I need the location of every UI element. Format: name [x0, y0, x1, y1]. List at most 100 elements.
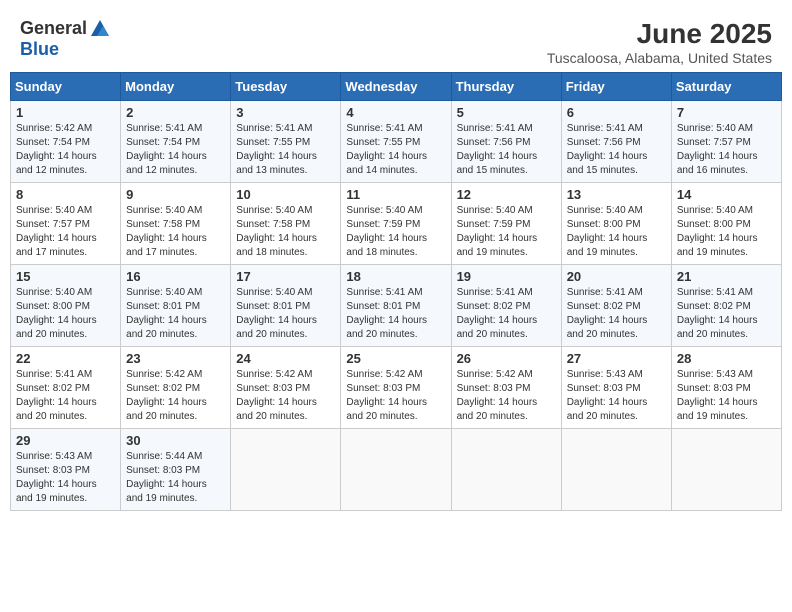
day-number: 7 — [677, 105, 776, 120]
day-number: 10 — [236, 187, 335, 202]
day-info: Sunrise: 5:43 AM Sunset: 8:03 PM Dayligh… — [677, 368, 776, 424]
day-number: 16 — [126, 269, 225, 284]
logo-text-blue: Blue — [20, 40, 59, 60]
weekday-header-friday: Friday — [561, 73, 671, 101]
day-info: Sunrise: 5:40 AM Sunset: 7:57 PM Dayligh… — [677, 122, 776, 178]
day-number: 26 — [457, 351, 556, 366]
calendar-cell: 10 Sunrise: 5:40 AM Sunset: 7:58 PM Dayli… — [231, 183, 341, 265]
calendar-cell: 16 Sunrise: 5:40 AM Sunset: 8:01 PM Dayli… — [121, 265, 231, 347]
day-info: Sunrise: 5:41 AM Sunset: 7:56 PM Dayligh… — [567, 122, 666, 178]
calendar-cell: 20 Sunrise: 5:41 AM Sunset: 8:02 PM Dayli… — [561, 265, 671, 347]
day-info: Sunrise: 5:42 AM Sunset: 8:03 PM Dayligh… — [236, 368, 335, 424]
logo: General Blue — [20, 18, 111, 60]
day-info: Sunrise: 5:41 AM Sunset: 7:55 PM Dayligh… — [346, 122, 445, 178]
calendar-cell: 11Sunrise: 5:40 AM Sunset: 7:59 PM Dayli… — [341, 183, 451, 265]
header: General Blue June 2025 Tuscaloosa, Alaba… — [10, 10, 782, 72]
day-number: 12 — [457, 187, 556, 202]
calendar-week-5: 29 Sunrise: 5:43 AM Sunset: 8:03 PM Dayli… — [11, 429, 782, 511]
calendar-cell: 5 Sunrise: 5:41 AM Sunset: 7:56 PM Daylig… — [451, 101, 561, 183]
weekday-header-sunday: Sunday — [11, 73, 121, 101]
day-info: Sunrise: 5:41 AM Sunset: 8:02 PM Dayligh… — [677, 286, 776, 342]
day-info: Sunrise: 5:41 AM Sunset: 7:56 PM Dayligh… — [457, 122, 556, 178]
day-info: Sunrise: 5:41 AM Sunset: 8:02 PM Dayligh… — [457, 286, 556, 342]
calendar-table: SundayMondayTuesdayWednesdayThursdayFrid… — [10, 72, 782, 511]
day-number: 5 — [457, 105, 556, 120]
day-number: 1 — [16, 105, 115, 120]
day-info: Sunrise: 5:40 AM Sunset: 7:59 PM Dayligh… — [346, 204, 445, 260]
day-number: 24 — [236, 351, 335, 366]
calendar-cell: 2Sunrise: 5:41 AM Sunset: 7:54 PM Daylig… — [121, 101, 231, 183]
logo-icon — [89, 18, 111, 40]
calendar-week-4: 22 Sunrise: 5:41 AM Sunset: 8:02 PM Dayli… — [11, 347, 782, 429]
calendar-week-1: 1 Sunrise: 5:42 AM Sunset: 7:54 PM Daylig… — [11, 101, 782, 183]
day-number: 3 — [236, 105, 335, 120]
day-number: 18 — [346, 269, 445, 284]
day-info: Sunrise: 5:41 AM Sunset: 8:02 PM Dayligh… — [567, 286, 666, 342]
calendar-week-2: 8 Sunrise: 5:40 AM Sunset: 7:57 PM Daylig… — [11, 183, 782, 265]
calendar-cell: 12Sunrise: 5:40 AM Sunset: 7:59 PM Dayli… — [451, 183, 561, 265]
day-number: 13 — [567, 187, 666, 202]
calendar-cell: 26 Sunrise: 5:42 AM Sunset: 8:03 PM Dayli… — [451, 347, 561, 429]
calendar-cell: 25Sunrise: 5:42 AM Sunset: 8:03 PM Dayli… — [341, 347, 451, 429]
calendar-cell: 15 Sunrise: 5:40 AM Sunset: 8:00 PM Dayli… — [11, 265, 121, 347]
day-number: 29 — [16, 433, 115, 448]
day-number: 15 — [16, 269, 115, 284]
calendar-cell: 17Sunrise: 5:40 AM Sunset: 8:01 PM Dayli… — [231, 265, 341, 347]
day-info: Sunrise: 5:41 AM Sunset: 8:02 PM Dayligh… — [16, 368, 115, 424]
day-number: 2 — [126, 105, 225, 120]
day-info: Sunrise: 5:41 AM Sunset: 8:01 PM Dayligh… — [346, 286, 445, 342]
calendar-cell — [561, 429, 671, 511]
day-info: Sunrise: 5:40 AM Sunset: 8:00 PM Dayligh… — [677, 204, 776, 260]
day-info: Sunrise: 5:42 AM Sunset: 8:03 PM Dayligh… — [457, 368, 556, 424]
calendar-cell — [341, 429, 451, 511]
day-number: 27 — [567, 351, 666, 366]
logo-text-general: General — [20, 19, 87, 39]
calendar-cell: 24 Sunrise: 5:42 AM Sunset: 8:03 PM Dayli… — [231, 347, 341, 429]
weekday-header-wednesday: Wednesday — [341, 73, 451, 101]
day-number: 19 — [457, 269, 556, 284]
day-number: 9 — [126, 187, 225, 202]
day-info: Sunrise: 5:40 AM Sunset: 7:57 PM Dayligh… — [16, 204, 115, 260]
day-number: 6 — [567, 105, 666, 120]
calendar-cell: 19 Sunrise: 5:41 AM Sunset: 8:02 PM Dayli… — [451, 265, 561, 347]
day-number: 17 — [236, 269, 335, 284]
day-number: 22 — [16, 351, 115, 366]
calendar-week-3: 15 Sunrise: 5:40 AM Sunset: 8:00 PM Dayli… — [11, 265, 782, 347]
calendar-subtitle: Tuscaloosa, Alabama, United States — [547, 50, 772, 66]
day-number: 20 — [567, 269, 666, 284]
day-info: Sunrise: 5:40 AM Sunset: 8:00 PM Dayligh… — [16, 286, 115, 342]
weekday-header-row: SundayMondayTuesdayWednesdayThursdayFrid… — [11, 73, 782, 101]
day-number: 23 — [126, 351, 225, 366]
day-info: Sunrise: 5:42 AM Sunset: 8:03 PM Dayligh… — [346, 368, 445, 424]
day-info: Sunrise: 5:40 AM Sunset: 7:58 PM Dayligh… — [236, 204, 335, 260]
day-info: Sunrise: 5:42 AM Sunset: 7:54 PM Dayligh… — [16, 122, 115, 178]
day-number: 28 — [677, 351, 776, 366]
day-info: Sunrise: 5:42 AM Sunset: 8:02 PM Dayligh… — [126, 368, 225, 424]
calendar-cell: 22 Sunrise: 5:41 AM Sunset: 8:02 PM Dayli… — [11, 347, 121, 429]
calendar-cell: 8 Sunrise: 5:40 AM Sunset: 7:57 PM Daylig… — [11, 183, 121, 265]
day-number: 4 — [346, 105, 445, 120]
calendar-cell: 21 Sunrise: 5:41 AM Sunset: 8:02 PM Dayli… — [671, 265, 781, 347]
calendar-cell: 1 Sunrise: 5:42 AM Sunset: 7:54 PM Daylig… — [11, 101, 121, 183]
day-info: Sunrise: 5:40 AM Sunset: 8:00 PM Dayligh… — [567, 204, 666, 260]
weekday-header-saturday: Saturday — [671, 73, 781, 101]
day-number: 14 — [677, 187, 776, 202]
day-info: Sunrise: 5:43 AM Sunset: 8:03 PM Dayligh… — [16, 450, 115, 506]
calendar-cell: 7 Sunrise: 5:40 AM Sunset: 7:57 PM Daylig… — [671, 101, 781, 183]
weekday-header-thursday: Thursday — [451, 73, 561, 101]
calendar-cell — [231, 429, 341, 511]
weekday-header-monday: Monday — [121, 73, 231, 101]
day-info: Sunrise: 5:43 AM Sunset: 8:03 PM Dayligh… — [567, 368, 666, 424]
calendar-cell — [671, 429, 781, 511]
day-number: 8 — [16, 187, 115, 202]
title-area: June 2025 Tuscaloosa, Alabama, United St… — [547, 18, 772, 66]
calendar-cell — [451, 429, 561, 511]
calendar-cell: 29 Sunrise: 5:43 AM Sunset: 8:03 PM Dayli… — [11, 429, 121, 511]
day-info: Sunrise: 5:40 AM Sunset: 8:01 PM Dayligh… — [126, 286, 225, 342]
calendar-cell: 3Sunrise: 5:41 AM Sunset: 7:55 PM Daylig… — [231, 101, 341, 183]
calendar-cell: 4 Sunrise: 5:41 AM Sunset: 7:55 PM Daylig… — [341, 101, 451, 183]
day-info: Sunrise: 5:40 AM Sunset: 7:58 PM Dayligh… — [126, 204, 225, 260]
calendar-cell: 18 Sunrise: 5:41 AM Sunset: 8:01 PM Dayli… — [341, 265, 451, 347]
day-number: 21 — [677, 269, 776, 284]
calendar-cell: 28 Sunrise: 5:43 AM Sunset: 8:03 PM Dayli… — [671, 347, 781, 429]
